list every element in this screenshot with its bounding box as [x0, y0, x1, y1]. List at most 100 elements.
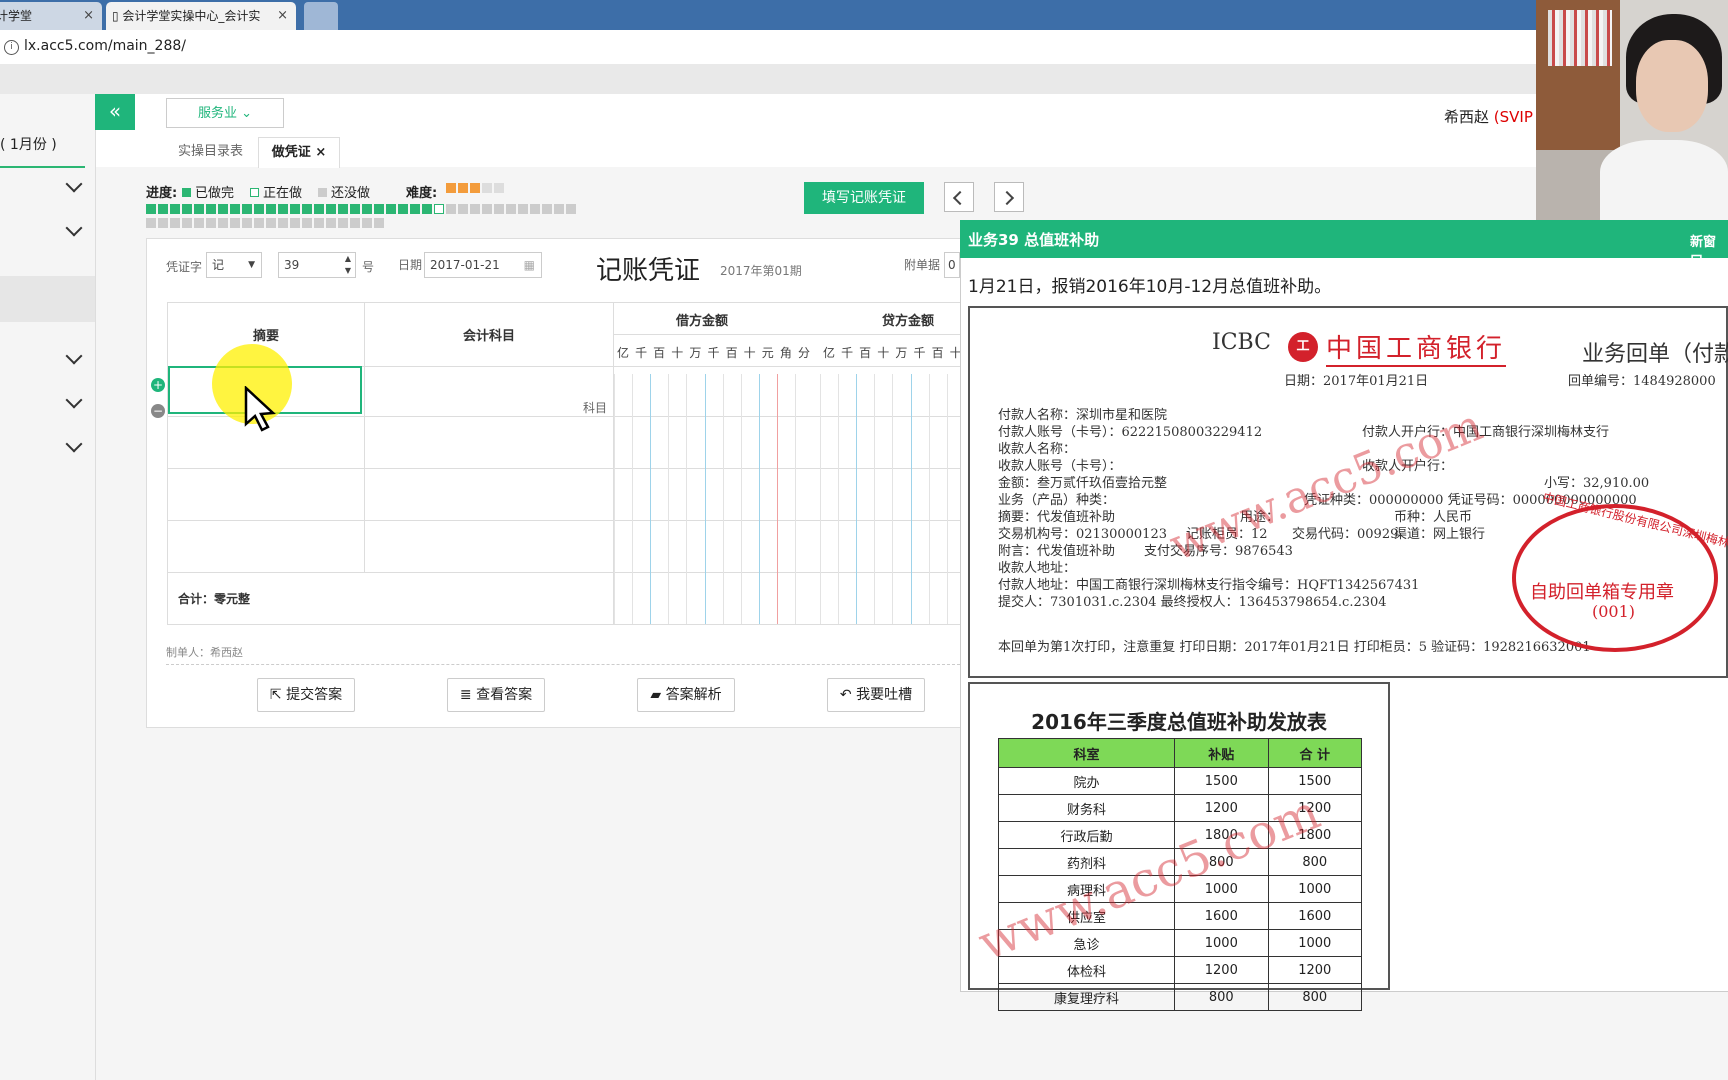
digit-column-line — [614, 374, 615, 624]
progress-cell — [230, 204, 240, 214]
feedback-button[interactable]: ↶ 我要吐槽 — [827, 678, 925, 712]
submit-answer-label: 提交答案 — [286, 687, 343, 703]
digit-unit-label: 元 — [761, 346, 774, 360]
calendar-icon[interactable]: ▦ — [524, 253, 535, 277]
voucher-word-select[interactable]: 记 ▼ — [206, 252, 262, 278]
submit-answer-button[interactable]: ⇱ 提交答案 — [257, 678, 355, 712]
progress-cell — [218, 218, 228, 228]
stamp-text: 自助回单箱专用章 — [1530, 582, 1674, 603]
progress-cell — [410, 204, 420, 214]
next-button[interactable] — [994, 182, 1024, 212]
progress-cell — [554, 204, 564, 214]
receipt-number: 回单编号：1484928000 — [1568, 374, 1716, 389]
chevron-down-icon[interactable] — [65, 391, 83, 409]
tab-label: 做凭证 — [271, 145, 311, 160]
trade-code: 交易代码：00929 — [1292, 527, 1399, 542]
digit-column-line — [650, 374, 652, 624]
address-bar[interactable]: i lx.acc5.com/main_288/ — [0, 30, 1728, 65]
account-cell[interactable] — [364, 416, 614, 469]
chevron-down-icon[interactable] — [65, 435, 83, 453]
info-icon[interactable]: i — [4, 40, 19, 55]
voucher-word-label: 凭证字 — [166, 260, 203, 274]
browser-tab-acc5[interactable]: 计学堂 × — [0, 2, 102, 30]
maker-label: 制单人：希西赵 — [166, 646, 243, 659]
prev-button[interactable] — [944, 182, 974, 212]
digit-column-line — [758, 374, 760, 624]
add-row-icon[interactable]: + — [151, 378, 165, 392]
sidebar-item-active[interactable] — [0, 276, 95, 322]
progress-cell — [242, 204, 252, 214]
voucher-number-input[interactable]: 39 ▲ ▼ — [278, 252, 356, 278]
digit-unit-label: 万 — [895, 346, 908, 360]
industry-select[interactable]: 服务业 ⌄ — [166, 98, 284, 128]
progress-cell — [182, 218, 192, 228]
sidebar-month[interactable]: ( 1月份 ) — [0, 134, 57, 154]
account-cell[interactable]: 科目 — [364, 366, 614, 417]
external-link-icon: ⇱ — [269, 687, 287, 703]
chevron-right-icon — [999, 190, 1015, 206]
vip-badge: (SVIP — [1493, 108, 1533, 126]
answer-analysis-button[interactable]: ▰ 答案解析 — [637, 678, 735, 712]
table-row: 体检科 1200 1200 — [997, 956, 1363, 984]
close-icon[interactable]: × — [83, 2, 94, 30]
view-answer-label: 查看答案 — [476, 687, 533, 703]
stepper-down-icon[interactable]: ▼ — [345, 259, 351, 283]
tab-catalog[interactable]: 实操目录表 — [178, 137, 243, 167]
user-name-text: 希西赵 — [1444, 108, 1490, 126]
view-answer-button[interactable]: ≣ 查看答案 — [447, 678, 545, 712]
subsidy-cell: 800 — [1174, 983, 1269, 1011]
progress-cell — [266, 204, 276, 214]
progress-cell — [470, 204, 480, 214]
legend-todo-label: 还没做 — [331, 186, 371, 201]
remove-row-icon[interactable]: − — [151, 404, 165, 418]
progress-cell — [434, 204, 444, 214]
legend-doing-label: 正在做 — [263, 186, 303, 201]
reply-icon: ↶ — [839, 687, 857, 703]
digit-unit-label: 千 — [635, 346, 648, 360]
close-icon[interactable]: × — [277, 2, 288, 30]
digit-unit-label: 百 — [725, 346, 738, 360]
tab-make-voucher[interactable]: 做凭证 × — [258, 137, 340, 168]
fill-voucher-button[interactable]: 填写记账凭证 — [804, 182, 924, 214]
url-text[interactable]: lx.acc5.com/main_288/ — [24, 38, 186, 54]
chevron-down-icon[interactable] — [65, 347, 83, 365]
chevron-down-icon[interactable] — [65, 175, 83, 193]
new-window-link[interactable]: 新窗口 — [1690, 231, 1728, 269]
user-name[interactable]: 希西赵 (SVIP — [1444, 106, 1533, 127]
task-description: 1月21日，报销2016年10月-12月总值班补助。 — [968, 277, 1332, 297]
digit-column-line — [874, 374, 876, 624]
progress-cell — [194, 204, 204, 214]
digit-column-line — [686, 374, 688, 624]
account-hint: 科目 — [582, 401, 607, 415]
progress-cell — [386, 204, 396, 214]
summary-cell[interactable] — [167, 468, 365, 521]
summary-cell[interactable] — [167, 520, 365, 573]
date-input[interactable]: 2017-01-21 ▦ — [424, 252, 542, 278]
legend-done: 已做完 — [182, 182, 234, 201]
toolbar-strip — [0, 64, 1728, 95]
star-icon — [446, 183, 456, 193]
chevron-down-icon[interactable] — [65, 219, 83, 237]
divider — [166, 664, 960, 665]
voucher-title: 记账凭证 — [596, 256, 701, 286]
progress-cell — [146, 218, 156, 228]
collapse-sidebar-button[interactable]: « — [95, 94, 135, 130]
new-tab-button[interactable] — [304, 2, 338, 30]
progress-cell — [158, 204, 168, 214]
star-icon — [482, 183, 492, 193]
close-icon[interactable]: × — [315, 145, 326, 160]
browser-tab-active[interactable]: ▯ 会计学堂实操中心_会计实 × — [106, 2, 296, 30]
dept-cell: 院办 — [997, 767, 1176, 795]
account-cell[interactable] — [364, 468, 614, 521]
account-cell[interactable] — [364, 520, 614, 573]
presenter-coat — [1600, 140, 1728, 220]
answer-analysis-label: 答案解析 — [665, 687, 722, 703]
task-title: 业务39 总值班补助 — [968, 231, 1100, 249]
progress-cell — [362, 218, 372, 228]
database-icon: ≣ — [459, 687, 477, 703]
mouse-pointer-icon — [244, 386, 276, 432]
total-cell: 1600 — [1267, 902, 1363, 930]
number-suffix: 号 — [362, 260, 375, 274]
attachments-input[interactable]: 0 — [944, 252, 960, 278]
sidebar: ( 1月份 ) — [0, 94, 96, 1080]
